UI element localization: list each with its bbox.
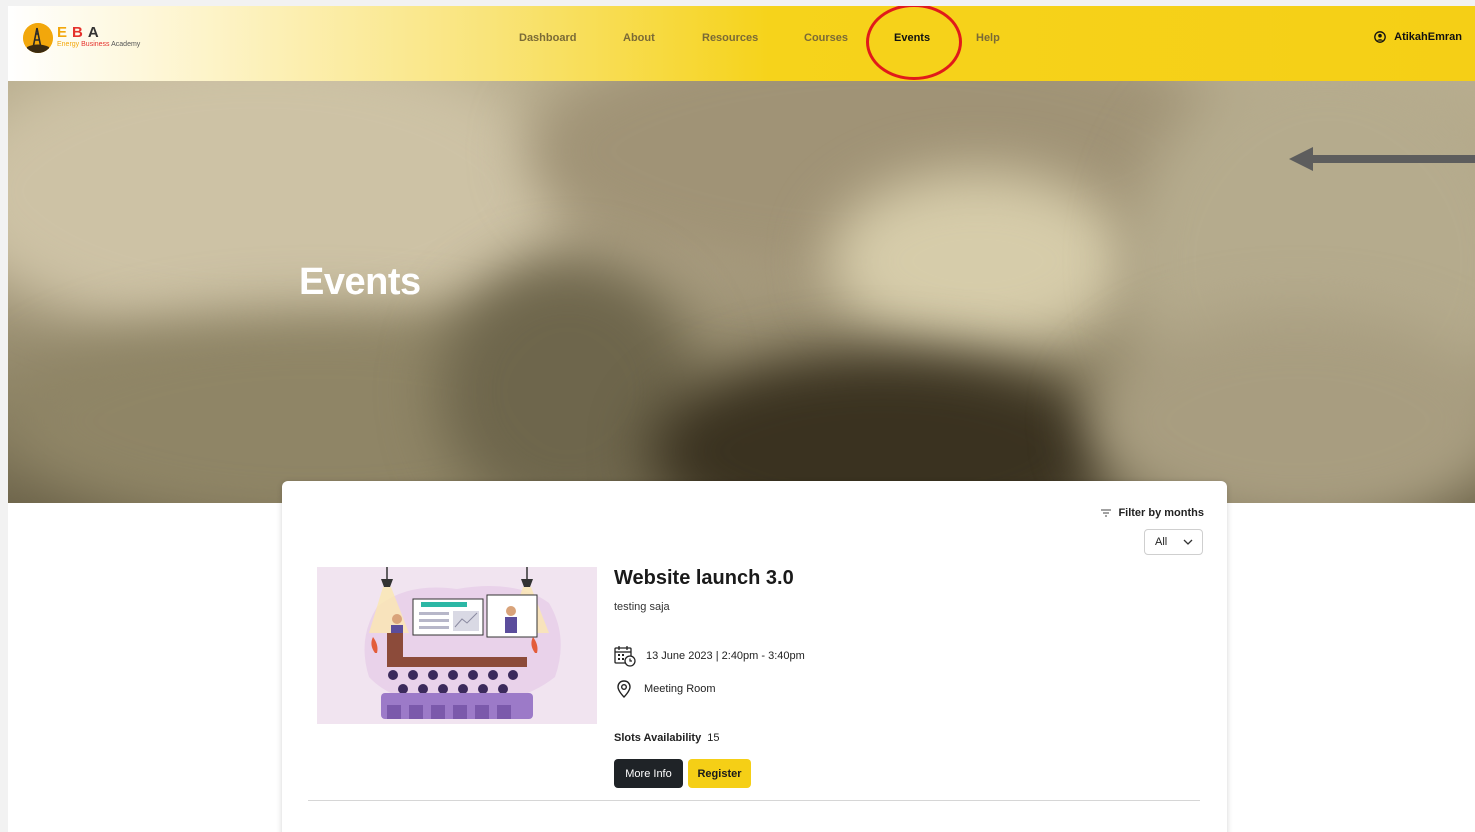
top-navbar: EBA Energy Business Academy Dashboard Ab…	[8, 6, 1475, 81]
nav-courses[interactable]: Courses	[804, 32, 848, 44]
slots-label: Slots Availability	[614, 732, 702, 744]
event-datetime-row: 13 June 2023 | 2:40pm - 3:40pm	[614, 645, 805, 667]
nav-help[interactable]: Help	[976, 32, 1000, 44]
more-info-button[interactable]: More Info	[614, 759, 683, 788]
nav-about[interactable]: About	[623, 32, 655, 44]
nav-resources[interactable]: Resources	[702, 32, 758, 44]
filter-lines-icon	[1101, 509, 1112, 517]
month-filter-select[interactable]: All	[1144, 529, 1203, 555]
event-divider	[308, 800, 1200, 801]
nav-dashboard[interactable]: Dashboard	[519, 32, 576, 44]
page-title: Events	[299, 261, 421, 303]
event-title[interactable]: Website launch 3.0	[614, 567, 794, 590]
events-list-card: Filter by months All Website launch 3.0 …	[282, 481, 1227, 832]
annotation-arrow-icon	[1289, 147, 1475, 171]
event-datetime: 13 June 2023 | 2:40pm - 3:40pm	[646, 650, 805, 662]
chevron-down-icon	[1183, 539, 1193, 545]
user-circle-icon	[1374, 31, 1386, 43]
logo-tagline: Energy Business Academy	[57, 41, 141, 48]
event-thumbnail[interactable]	[317, 567, 597, 724]
user-menu[interactable]: AtikahEmran	[1374, 31, 1462, 43]
calendar-clock-icon	[614, 646, 636, 667]
event-description: testing saja	[614, 601, 670, 613]
filter-by-months-label: Filter by months	[1101, 507, 1204, 519]
events-highlight-circle	[866, 6, 962, 80]
month-filter-value: All	[1155, 536, 1168, 548]
event-location-row: Meeting Room	[614, 679, 716, 699]
oil-rig-logo-icon	[23, 23, 53, 53]
slots-value: 15	[707, 732, 720, 744]
location-pin-icon	[617, 680, 631, 698]
page: EBA Energy Business Academy Dashboard Ab…	[8, 6, 1475, 832]
eba-logo[interactable]: EBA Energy Business Academy	[23, 23, 140, 53]
slots-availability: Slots Availability 15	[614, 732, 719, 744]
user-name: AtikahEmran	[1394, 31, 1462, 43]
logo-letters: EBA	[57, 24, 104, 41]
register-button[interactable]: Register	[688, 759, 751, 788]
events-hero-banner: Events	[8, 81, 1475, 503]
event-location: Meeting Room	[644, 683, 716, 695]
